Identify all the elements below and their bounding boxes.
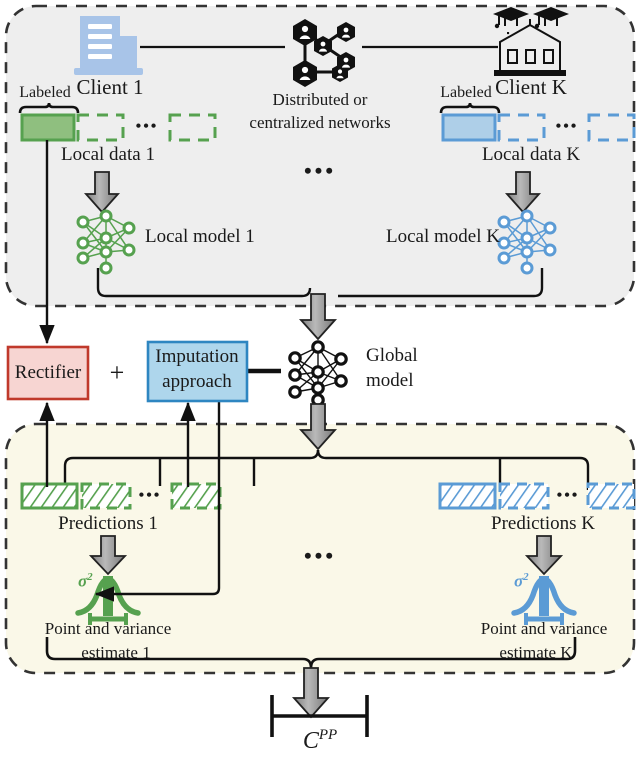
- global-model-label-line2: model: [366, 370, 414, 391]
- predictions-k-ellipsis: •••: [556, 487, 580, 504]
- imputation-label-line2: approach: [162, 371, 232, 392]
- client-k-label: Client K: [495, 75, 567, 99]
- client-1-label: Client 1: [76, 75, 144, 99]
- estimate-k-label-line1: Point and variance: [480, 619, 608, 638]
- local-model-k-label: Local model K: [386, 226, 500, 247]
- sigma-squared-1: σ2: [78, 571, 93, 591]
- global-model-label-line1: Global: [366, 345, 418, 366]
- rectifier-label: Rectifier: [14, 362, 82, 383]
- local-data-k-label: Local data K: [481, 144, 581, 165]
- estimate-k-label-line2: estimate K: [499, 643, 573, 662]
- predictions-1-ellipsis: •••: [138, 487, 162, 504]
- labeled-tag-k: Labeled: [440, 84, 492, 101]
- local-data-1-label: Local data 1: [61, 144, 155, 165]
- estimate-1-label-line2: estimate 1: [81, 643, 151, 662]
- sigma-squared-k: σ2: [514, 571, 529, 591]
- estimates-ellipsis: •••: [303, 543, 337, 568]
- local-model-1-label: Local model 1: [145, 226, 255, 247]
- arrow-final-output: [291, 667, 331, 719]
- clients-ellipsis: •••: [303, 158, 337, 183]
- predictions-k-label: Predictions K: [491, 513, 595, 534]
- local-data-1-ellipsis: •••: [135, 118, 159, 135]
- global-model-nn-icon: [288, 340, 348, 407]
- predictions-1-label: Predictions 1: [58, 513, 158, 534]
- imputation-label-line1: Imputation: [155, 346, 239, 367]
- predictions-1-bars: [20, 482, 222, 510]
- output-symbol: CPP: [302, 727, 338, 754]
- network-label-line1: Distributed or: [272, 90, 368, 109]
- labeled-tag-1: Labeled: [19, 84, 71, 101]
- plus-symbol: +: [109, 358, 125, 387]
- estimate-1-label-line1: Point and variance: [44, 619, 172, 638]
- federated-learning-diagram: Client 1 Client K Distributed or central…: [0, 0, 640, 761]
- local-data-k-ellipsis: •••: [555, 118, 579, 135]
- network-label-line2: centralized networks: [249, 113, 391, 132]
- predictions-k-bars: [438, 482, 636, 510]
